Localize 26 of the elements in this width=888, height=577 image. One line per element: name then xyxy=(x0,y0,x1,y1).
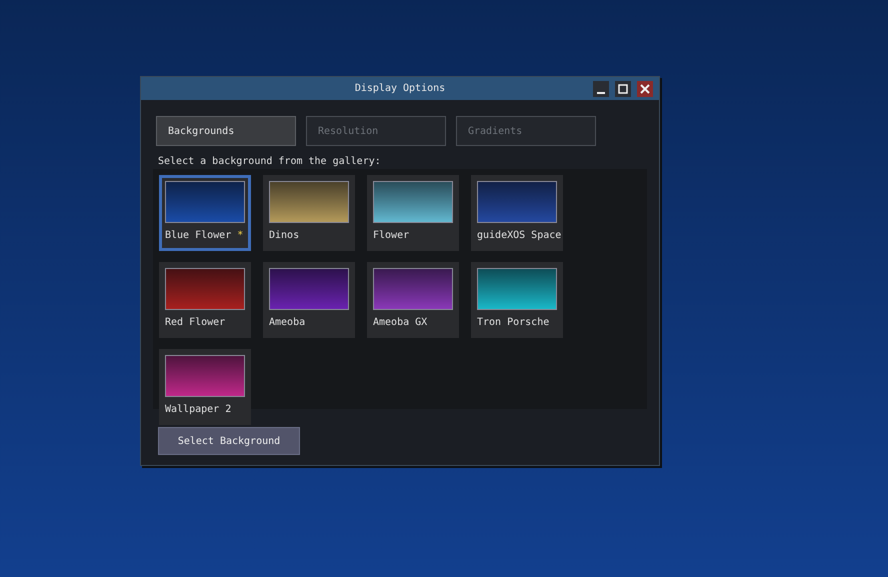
close-icon[interactable] xyxy=(637,81,653,97)
tab[interactable]: Backgrounds xyxy=(156,116,296,146)
select-background-button[interactable]: Select Background xyxy=(158,427,300,455)
gallery-tile[interactable]: guideXOS Space xyxy=(471,175,563,251)
gallery-tile[interactable]: Ameoba GX xyxy=(367,262,459,338)
tile-label: Wallpaper 2 xyxy=(165,404,232,415)
tile-label: Ameoba xyxy=(269,317,306,328)
gallery-tile[interactable]: Blue Flower * xyxy=(159,175,251,251)
minimize-icon[interactable] xyxy=(593,81,609,97)
window-title: Display Options xyxy=(354,83,446,94)
tile-label: Blue Flower xyxy=(165,230,232,241)
tile-label: Dinos xyxy=(269,230,300,241)
current-marker: * xyxy=(237,230,244,241)
instruction-text: Select a background from the gallery: xyxy=(158,156,382,169)
maximize-icon[interactable] xyxy=(615,81,631,97)
gallery-tile[interactable]: Tron Porsche xyxy=(471,262,563,338)
tile-label: Tron Porsche xyxy=(477,317,550,328)
tile-label: Flower xyxy=(373,230,410,241)
tile-label: Ameoba GX xyxy=(373,317,428,328)
gallery-tile[interactable]: Flower xyxy=(367,175,459,251)
gallery-tile[interactable]: Ameoba xyxy=(263,262,355,338)
tile-label: guideXOS Space xyxy=(477,230,562,241)
gallery-tile[interactable]: Red Flower xyxy=(159,262,251,338)
gallery-tile[interactable]: Wallpaper 2 xyxy=(159,349,251,425)
tile-label: Red Flower xyxy=(165,317,226,328)
gallery-tile[interactable]: Dinos xyxy=(263,175,355,251)
